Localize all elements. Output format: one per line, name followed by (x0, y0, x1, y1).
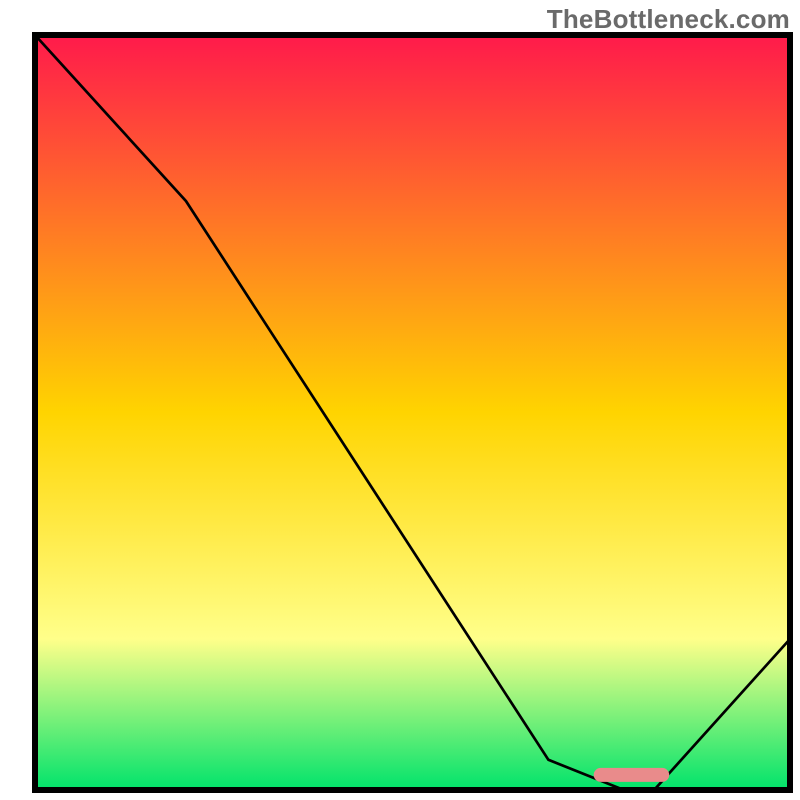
chart-svg (0, 0, 800, 800)
chart-container: TheBottleneck.com (0, 0, 800, 800)
plot-background (35, 35, 790, 790)
optimal-marker (594, 768, 670, 782)
